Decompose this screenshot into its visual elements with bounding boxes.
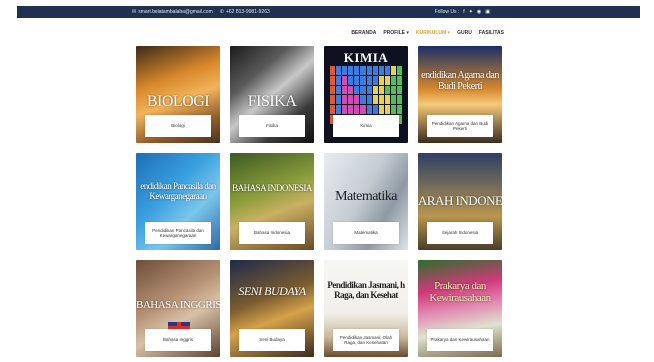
- phone-icon: ✆: [219, 9, 224, 15]
- facebook-icon[interactable]: f: [463, 9, 464, 15]
- nav-item-beranda[interactable]: BERANDA: [351, 30, 376, 36]
- card-banner: BIOLOGI: [146, 94, 210, 109]
- linkedin-icon[interactable]: ▣: [485, 9, 490, 15]
- top-bar: ✉ smart.belatambalaba@gmail.com ✆ +62 813-…: [17, 6, 640, 18]
- subject-card-agama[interactable]: endidikan Agama dan Budi Pekerti Pendidi…: [418, 46, 502, 143]
- follow-label: Follow Us :: [434, 9, 460, 15]
- card-banner: FISIKA: [247, 94, 297, 109]
- email-contact[interactable]: ✉ smart.belatambalaba@gmail.com: [132, 9, 213, 15]
- card-banner: KIMIA: [343, 50, 389, 65]
- subject-card-kimia[interactable]: KIMIA Kimia: [324, 46, 408, 143]
- card-label[interactable]: Sejarah Indonesia: [427, 222, 493, 244]
- instagram-icon[interactable]: ◉: [477, 9, 481, 15]
- card-label[interactable]: Pendidikan Agama dan Budi Pekerti: [427, 115, 493, 137]
- subject-card-pancasila[interactable]: endidikan Pancasila dan Kewarganegaraan …: [136, 153, 220, 250]
- email-text: smart.belatambalaba@gmail.com: [138, 9, 213, 15]
- card-banner: endidikan Pancasila dan Kewarganegaraan: [140, 181, 216, 201]
- envelope-icon: ✉: [132, 9, 137, 15]
- subject-card-matematika[interactable]: Matematika Matematika: [324, 153, 408, 250]
- contact-info: ✉ smart.belatambalaba@gmail.com ✆ +62 813-…: [132, 9, 270, 15]
- card-label[interactable]: Bahasa Indonesia: [239, 222, 305, 244]
- subject-card-seni-budaya[interactable]: SENI BUDAYA Seni Budaya: [230, 260, 314, 357]
- nav-item-kurikulum[interactable]: KURIKULUM ▾: [416, 30, 450, 36]
- card-label[interactable]: Bahasa Inggris: [145, 329, 211, 351]
- subject-grid: BIOLOGI Biologi FISIKA Fisika KIMIA Kimi…: [136, 46, 502, 357]
- card-banner: Matematika: [335, 189, 397, 204]
- subject-card-pjok[interactable]: Pendidikan Jasmani, h Raga, dan Kesehat …: [324, 260, 408, 357]
- main-nav: BERANDA PROFILE ▾ KURIKULUM ▾ GURU FASIL…: [351, 30, 504, 36]
- card-banner: Prakarya dan Kewirausahaan: [429, 280, 491, 304]
- subject-card-bahasa-inggris[interactable]: BAHASA INGGRIS Bahasa Inggris: [136, 260, 220, 357]
- subject-card-biologi[interactable]: BIOLOGI Biologi: [136, 46, 220, 143]
- card-label[interactable]: Fisika: [239, 115, 305, 137]
- twitter-icon[interactable]: ✦: [469, 9, 473, 15]
- card-banner: ARAH INDONE: [418, 193, 502, 208]
- phone-text: +62 813-9981-9263: [225, 9, 270, 15]
- card-label[interactable]: Pendidikan Pancasila dan Kewarganegaraan: [145, 222, 211, 244]
- card-label[interactable]: Kimia: [333, 115, 399, 137]
- card-banner: SENI BUDAYA: [238, 284, 306, 298]
- subject-card-sejarah[interactable]: ARAH INDONE Sejarah Indonesia: [418, 153, 502, 250]
- nav-item-guru[interactable]: GURU: [457, 30, 472, 36]
- card-banner: BAHASA INDONESIA: [232, 183, 312, 193]
- nav-item-profile[interactable]: PROFILE ▾: [383, 30, 409, 36]
- card-label[interactable]: Matematika: [333, 222, 399, 244]
- card-label[interactable]: Pendidikan Jasmani, Olah Raga, dan Keseh…: [333, 329, 399, 351]
- card-label[interactable]: Prakarya dan Kewirausahaan: [427, 329, 493, 351]
- subject-card-prakarya[interactable]: Prakarya dan Kewirausahaan Prakarya dan …: [418, 260, 502, 357]
- nav-item-fasilitas[interactable]: FASILITAS: [479, 30, 504, 36]
- subject-card-fisika[interactable]: FISIKA Fisika: [230, 46, 314, 143]
- card-banner: endidikan Agama dan Budi Pekerti: [421, 70, 499, 92]
- phone-contact[interactable]: ✆ +62 813-9981-9263: [220, 9, 270, 15]
- card-label[interactable]: Biologi: [145, 115, 211, 137]
- social-links: Follow Us : f ✦ ◉ ▣: [435, 9, 490, 15]
- card-banner: Pendidikan Jasmani, h Raga, dan Kesehat: [327, 280, 405, 300]
- card-banner: BAHASA INGGRIS: [136, 299, 220, 311]
- subject-card-bahasa-indonesia[interactable]: BAHASA INDONESIA Bahasa Indonesia: [230, 153, 314, 250]
- card-label[interactable]: Seni Budaya: [239, 329, 305, 351]
